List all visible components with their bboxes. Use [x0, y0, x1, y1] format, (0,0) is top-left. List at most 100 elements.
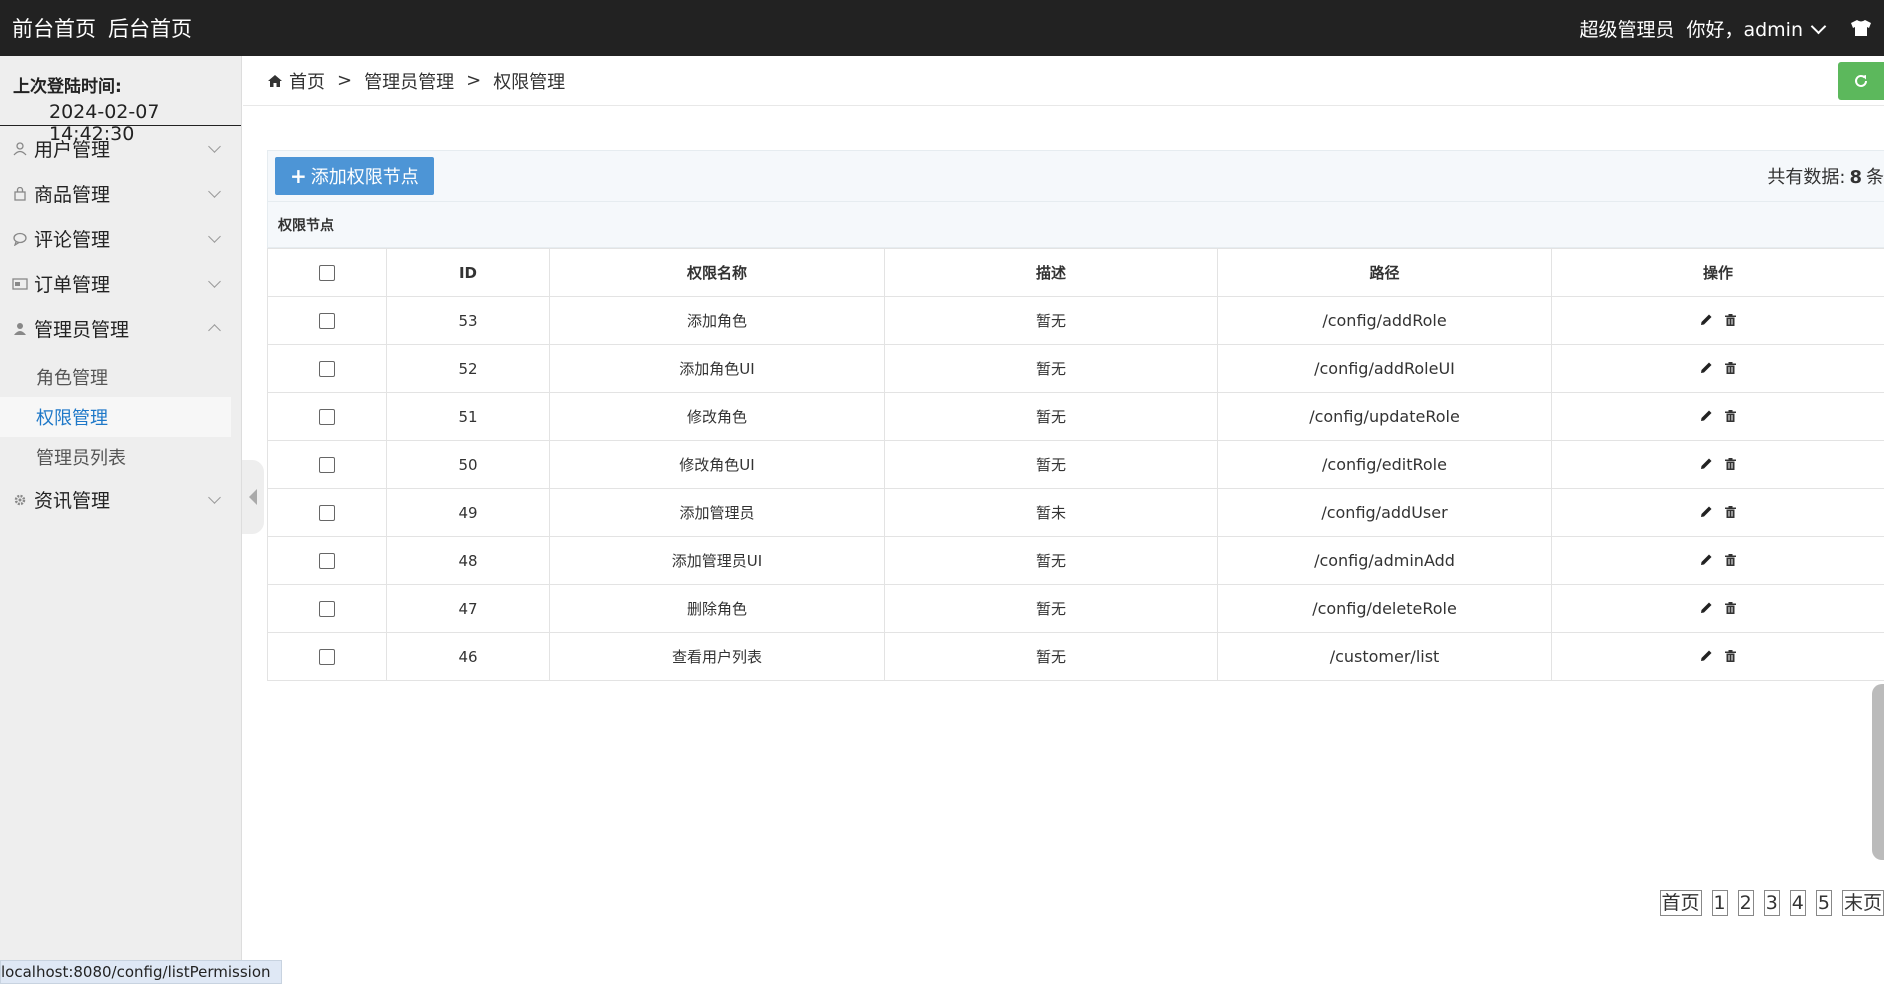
- trash-icon[interactable]: [1725, 408, 1736, 426]
- sidebar-item-orders[interactable]: 订单管理: [0, 261, 241, 306]
- cell-actions: [1551, 296, 1884, 345]
- sidebar-item-label: 用户管理: [34, 139, 111, 161]
- sidebar-item-news[interactable]: 资讯管理: [0, 477, 241, 522]
- column-header: 路径: [1217, 248, 1552, 297]
- page-last[interactable]: 末页: [1841, 890, 1884, 916]
- status-url: localhost:8080/config/listPermission: [0, 960, 282, 984]
- chevron-down-icon: [208, 275, 221, 288]
- role-label: 超级管理员: [1579, 18, 1675, 41]
- sidebar-item-admin[interactable]: 管理员管理: [0, 306, 241, 351]
- row-checkbox[interactable]: [319, 505, 335, 521]
- edit-icon[interactable]: [1700, 552, 1713, 570]
- table-row: 50 修改角色UI 暂无/config/editRole: [267, 440, 1884, 489]
- top-navbar: 前台首页 后台首页 超级管理员 你好，admin: [0, 0, 1884, 56]
- cell-id: 53: [386, 296, 550, 345]
- cell-id: 47: [386, 584, 550, 633]
- sidebar-item-users[interactable]: 用户管理: [0, 126, 241, 171]
- edit-icon[interactable]: [1700, 360, 1713, 378]
- row-checkbox[interactable]: [319, 601, 335, 617]
- cell-name: 添加角色: [549, 296, 885, 345]
- breadcrumb: 首页 > 管理员管理 > 权限管理: [243, 56, 1884, 106]
- cell-name: 删除角色: [549, 584, 885, 633]
- edit-icon[interactable]: [1700, 408, 1713, 426]
- column-header: 操作: [1551, 248, 1884, 297]
- front-home-link[interactable]: 前台首页: [12, 13, 96, 43]
- home-icon: [268, 74, 282, 87]
- sidebar-item-label: 评论管理: [34, 229, 111, 251]
- row-checkbox[interactable]: [319, 409, 335, 425]
- caret-left-icon: [249, 489, 257, 505]
- trash-icon[interactable]: [1725, 456, 1736, 474]
- trash-icon[interactable]: [1725, 552, 1736, 570]
- table-row: 46 查看用户列表 暂无/customer/list: [267, 632, 1884, 681]
- chevron-down-icon: [208, 491, 221, 504]
- cell-path: /config/deleteRole: [1217, 584, 1552, 633]
- sidebar-item-label: 资讯管理: [34, 490, 111, 512]
- comment-icon: [12, 231, 28, 247]
- add-permission-button[interactable]: + 添加权限节点: [275, 157, 434, 195]
- page-3[interactable]: 3: [1763, 890, 1780, 916]
- page-2[interactable]: 2: [1737, 890, 1754, 916]
- sidebar-item-products[interactable]: 商品管理: [0, 171, 241, 216]
- breadcrumb-separator: >: [337, 70, 353, 91]
- breadcrumb-admin[interactable]: 管理员管理: [364, 68, 454, 94]
- sidebar-subitem-permissions[interactable]: 权限管理: [0, 397, 231, 437]
- cell-desc: 暂无: [884, 632, 1218, 681]
- sidebar-collapse-handle[interactable]: [242, 460, 264, 534]
- page-4[interactable]: 4: [1789, 890, 1806, 916]
- permission-table: ID 权限名称 描述 路径 操作 53 添加角色 暂无/config/addRole…: [267, 248, 1884, 681]
- edit-icon[interactable]: [1700, 456, 1713, 474]
- trash-icon[interactable]: [1725, 600, 1736, 618]
- sidebar: 上次登陆时间: 2024-02-07 14:42:30 用户管理 商品管理 评论…: [0, 56, 242, 984]
- page-first[interactable]: 首页: [1659, 890, 1702, 916]
- refresh-button[interactable]: [1838, 62, 1884, 100]
- trash-icon[interactable]: [1725, 504, 1736, 522]
- cell-actions: [1551, 536, 1884, 585]
- person-icon: [12, 321, 28, 337]
- chevron-down-icon: [208, 185, 221, 198]
- trash-icon[interactable]: [1725, 648, 1736, 666]
- back-home-link[interactable]: 后台首页: [108, 13, 192, 43]
- user-greeting[interactable]: 你好，admin: [1686, 15, 1803, 42]
- select-all-cell: [267, 248, 387, 297]
- add-permission-label: 添加权限节点: [310, 167, 419, 188]
- trash-icon[interactable]: [1725, 312, 1736, 330]
- sidebar-item-comments[interactable]: 评论管理: [0, 216, 241, 261]
- cell-desc: 暂无: [884, 584, 1218, 633]
- trash-icon[interactable]: [1725, 360, 1736, 378]
- row-checkbox[interactable]: [319, 313, 335, 329]
- row-checkbox[interactable]: [319, 457, 335, 473]
- sidebar-item-label: 管理员管理: [34, 319, 130, 341]
- breadcrumb-home[interactable]: 首页: [289, 68, 325, 94]
- page-5[interactable]: 5: [1815, 890, 1832, 916]
- cell-path: /config/editRole: [1217, 440, 1552, 489]
- cell-path: /config/updateRole: [1217, 392, 1552, 441]
- edit-icon[interactable]: [1700, 504, 1713, 522]
- total-prefix: 共有数据:: [1767, 167, 1846, 188]
- last-login-label: 上次登陆时间:: [13, 77, 122, 97]
- gear-icon: [12, 492, 28, 508]
- edit-icon[interactable]: [1700, 312, 1713, 330]
- cell-desc: 暂无: [884, 296, 1218, 345]
- chevron-up-icon: [208, 324, 221, 337]
- cell-id: 49: [386, 488, 550, 537]
- cell-desc: 暂无: [884, 536, 1218, 585]
- edit-icon[interactable]: [1700, 600, 1713, 618]
- tshirt-icon[interactable]: [1850, 19, 1872, 37]
- sidebar-subitem-roles[interactable]: 角色管理: [0, 357, 231, 397]
- floating-toolbar[interactable]: [1872, 684, 1884, 860]
- cell-actions: [1551, 392, 1884, 441]
- row-checkbox[interactable]: [319, 553, 335, 569]
- select-all-checkbox[interactable]: [319, 265, 335, 281]
- row-select-cell: [267, 344, 387, 393]
- edit-icon[interactable]: [1700, 648, 1713, 666]
- row-checkbox[interactable]: [319, 649, 335, 665]
- card-icon: [12, 276, 28, 292]
- row-checkbox[interactable]: [319, 361, 335, 377]
- cell-path: /config/addRoleUI: [1217, 344, 1552, 393]
- cell-id: 48: [386, 536, 550, 585]
- total-suffix: 条: [1866, 167, 1884, 188]
- chevron-down-icon[interactable]: [1810, 18, 1827, 34]
- page-1[interactable]: 1: [1711, 890, 1728, 916]
- sidebar-subitem-admin-list[interactable]: 管理员列表: [0, 437, 231, 477]
